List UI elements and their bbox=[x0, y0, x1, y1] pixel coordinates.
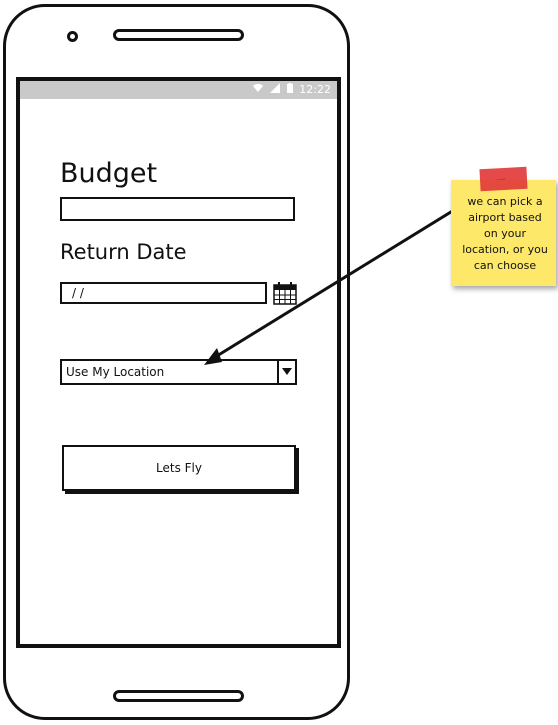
sticky-tape bbox=[479, 166, 528, 192]
sticky-note: we can pick a airport based on your loca… bbox=[451, 180, 556, 286]
sticky-note-text: we can pick a airport based on your loca… bbox=[462, 195, 548, 272]
annotation-arrow bbox=[204, 178, 506, 365]
